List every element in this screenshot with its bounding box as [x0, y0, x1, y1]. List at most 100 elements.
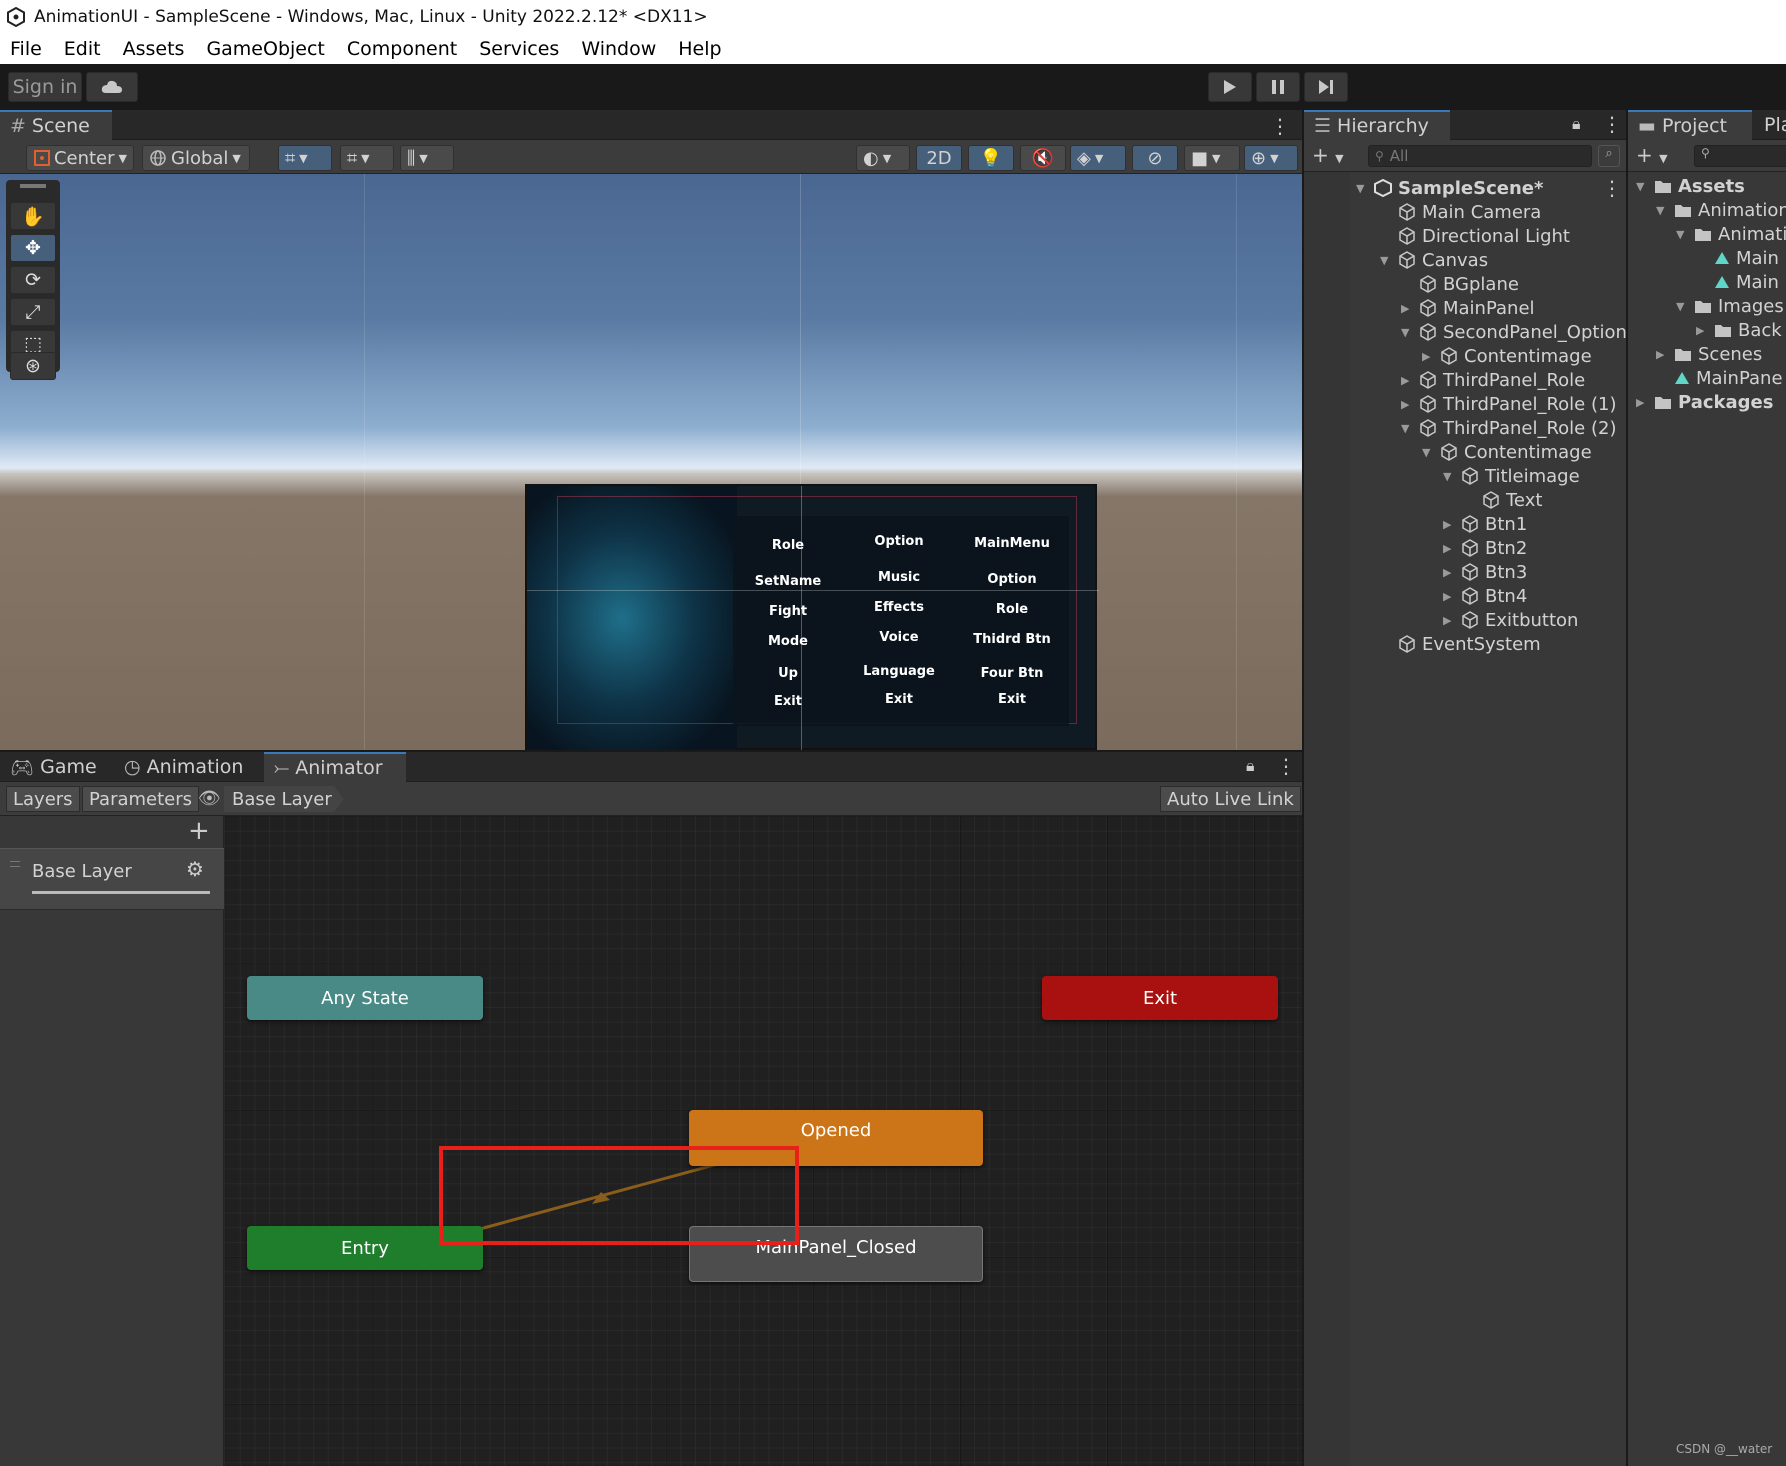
space-dropdown[interactable]: Global ▼ [142, 145, 250, 171]
visibility-toggle-button[interactable]: ⊘ [1132, 145, 1178, 171]
pivot-dropdown[interactable]: Center ▼ [26, 145, 134, 171]
expand-arrow-icon[interactable]: ▶ [1443, 614, 1455, 627]
scale-tool-button[interactable]: ⤢ [10, 298, 56, 326]
tab-scene[interactable]: # Scene [0, 110, 112, 140]
drag-handle-icon[interactable] [10, 861, 20, 867]
expand-arrow-icon[interactable]: ▶ [1656, 348, 1668, 361]
expand-arrow-icon[interactable]: ▶ [1696, 324, 1708, 337]
snap-increment-button[interactable]: ⌗ ▼ [340, 145, 394, 171]
menu-component[interactable]: Component [347, 38, 457, 60]
lighting-toggle-button[interactable]: 💡 [968, 145, 1014, 171]
effects-toggle-button[interactable]: ◈ ▼ [1070, 145, 1126, 171]
project-add-dropdown[interactable]: + ▼ [1636, 143, 1668, 167]
grid-snap-button[interactable]: ⌗ ▼ [278, 145, 332, 171]
expand-arrow-icon[interactable]: ▶ [1401, 302, 1413, 315]
project-item[interactable]: MainPane [1656, 366, 1783, 390]
tab-animation[interactable]: ◷ Animation [114, 752, 262, 782]
hierarchy-item[interactable]: ▼ Canvas [1380, 248, 1488, 272]
palette-grip[interactable] [20, 184, 46, 188]
hierarchy-item[interactable]: ▶ Contentimage [1422, 344, 1592, 368]
play-button[interactable] [1208, 72, 1252, 102]
hand-tool-button[interactable]: ✋ [10, 202, 56, 230]
search-filter-icon[interactable]: ⌕ [1598, 145, 1620, 167]
lock-icon[interactable]: 🔒︎ [1246, 756, 1255, 776]
2d-toggle-button[interactable]: 2D [916, 145, 962, 171]
expand-arrow-icon[interactable]: ▼ [1443, 470, 1455, 483]
hierarchy-more-icon[interactable]: ⋮ [1602, 112, 1622, 136]
tab-play[interactable]: Pla [1754, 110, 1786, 140]
scene-more-icon[interactable]: ⋮ [1270, 114, 1290, 138]
cloud-button[interactable] [86, 72, 138, 102]
hierarchy-item[interactable]: ▶ Exitbutton [1443, 608, 1578, 632]
sign-in-button[interactable]: Sign in [8, 72, 82, 102]
rotate-tool-button[interactable]: ⟳ [10, 266, 56, 294]
scene-more-icon[interactable]: ⋮ [1602, 176, 1622, 200]
add-layer-icon[interactable]: + [188, 816, 210, 846]
expand-arrow-icon[interactable]: ▼ [1422, 446, 1434, 459]
project-item[interactable]: ▶ Back [1696, 318, 1782, 342]
hierarchy-item[interactable]: Main Camera [1380, 200, 1541, 224]
hierarchy-search-input[interactable]: ⚲ All [1368, 145, 1592, 167]
camera-dropdown[interactable]: ■ ▼ [1184, 145, 1240, 171]
expand-arrow-icon[interactable]: ▶ [1422, 350, 1434, 363]
hierarchy-item[interactable]: ▼ Contentimage [1422, 440, 1592, 464]
menu-services[interactable]: Services [479, 38, 559, 60]
hierarchy-item[interactable]: ▶ Btn1 [1443, 512, 1527, 536]
hierarchy-item[interactable]: ▶ Btn2 [1443, 536, 1527, 560]
add-dropdown[interactable]: + ▼ [1312, 143, 1344, 167]
hierarchy-item[interactable]: ▼ ThirdPanel_Role (2) [1401, 416, 1616, 440]
gizmos-dropdown[interactable]: ⊕ ▼ [1244, 145, 1298, 171]
tab-hierarchy[interactable]: ☰ Hierarchy [1304, 110, 1450, 140]
pause-button[interactable] [1256, 72, 1300, 102]
gear-icon[interactable]: ⚙ [186, 857, 204, 881]
expand-arrow-icon[interactable]: ▶ [1443, 566, 1455, 579]
expand-arrow-icon[interactable]: ▼ [1380, 254, 1392, 267]
expand-arrow-icon[interactable]: ▼ [1676, 300, 1688, 313]
menu-gameobject[interactable]: GameObject [206, 38, 324, 60]
ruler-button[interactable]: ⫼ ▼ [400, 145, 454, 171]
scene-viewport[interactable]: ✋ ✥ ⟳ ⤢ ⬚ ⊛ Role SetName Fight Mode Up E… [0, 174, 1302, 750]
lock-icon[interactable]: 🔒︎ [1572, 114, 1581, 134]
menu-window[interactable]: Window [581, 38, 656, 60]
hierarchy-item[interactable]: ▶ Btn4 [1443, 584, 1527, 608]
menu-file[interactable]: File [10, 38, 42, 60]
menu-edit[interactable]: Edit [64, 38, 101, 60]
project-item[interactable]: ▶ Scenes [1656, 342, 1762, 366]
breadcrumb[interactable]: Base Layer [224, 786, 344, 812]
tab-game[interactable]: 🎮︎ Game [0, 752, 112, 782]
step-button[interactable] [1304, 72, 1348, 102]
move-tool-button[interactable]: ✥ [10, 234, 56, 262]
state-machine-graph[interactable]: Any State Exit Opened Entry MainPanel_Cl… [225, 816, 1302, 1466]
layer-item[interactable]: Base Layer ⚙ [0, 848, 224, 910]
expand-arrow-icon[interactable]: ▼ [1356, 182, 1368, 195]
audio-toggle-button[interactable]: 🔇 [1020, 145, 1066, 171]
transform-tool-button[interactable]: ⊛ [10, 352, 56, 380]
tab-project[interactable]: ▬ Project [1628, 110, 1752, 140]
project-item[interactable]: ▶ Packages [1636, 390, 1773, 414]
tab-animator[interactable]: ⤚ Animator [264, 752, 406, 782]
project-item[interactable]: Main [1696, 246, 1779, 270]
expand-arrow-icon[interactable]: ▼ [1401, 422, 1413, 435]
project-item[interactable]: ▼ Animation [1656, 198, 1786, 222]
project-item[interactable]: ▼ Animati [1676, 222, 1786, 246]
hierarchy-item[interactable]: ▼ Titleimage [1443, 464, 1580, 488]
eye-icon[interactable]: 👁︎ [198, 788, 221, 809]
expand-arrow-icon[interactable]: ▼ [1636, 180, 1648, 193]
scene-root-row[interactable]: ▼ SampleScene* [1356, 176, 1543, 200]
any-state-node[interactable]: Any State [247, 976, 483, 1020]
hierarchy-item[interactable]: ▶ MainPanel [1401, 296, 1535, 320]
hierarchy-item[interactable]: ▶ ThirdPanel_Role (1) [1401, 392, 1616, 416]
expand-arrow-icon[interactable]: ▶ [1636, 396, 1648, 409]
expand-arrow-icon[interactable]: ▶ [1401, 398, 1413, 411]
shading-mode-button[interactable]: ◐ ▼ [856, 145, 910, 171]
animator-more-icon[interactable]: ⋮ [1276, 754, 1296, 778]
project-item[interactable]: ▼ Assets [1636, 174, 1745, 198]
expand-arrow-icon[interactable]: ▶ [1443, 590, 1455, 603]
expand-arrow-icon[interactable]: ▼ [1401, 326, 1413, 339]
expand-arrow-icon[interactable]: ▶ [1443, 542, 1455, 555]
project-search-input[interactable]: ⚲ [1694, 145, 1786, 167]
auto-live-link-button[interactable]: Auto Live Link [1160, 786, 1301, 812]
project-item[interactable]: Main [1696, 270, 1779, 294]
hierarchy-item[interactable]: Directional Light [1380, 224, 1570, 248]
menu-help[interactable]: Help [678, 38, 721, 60]
